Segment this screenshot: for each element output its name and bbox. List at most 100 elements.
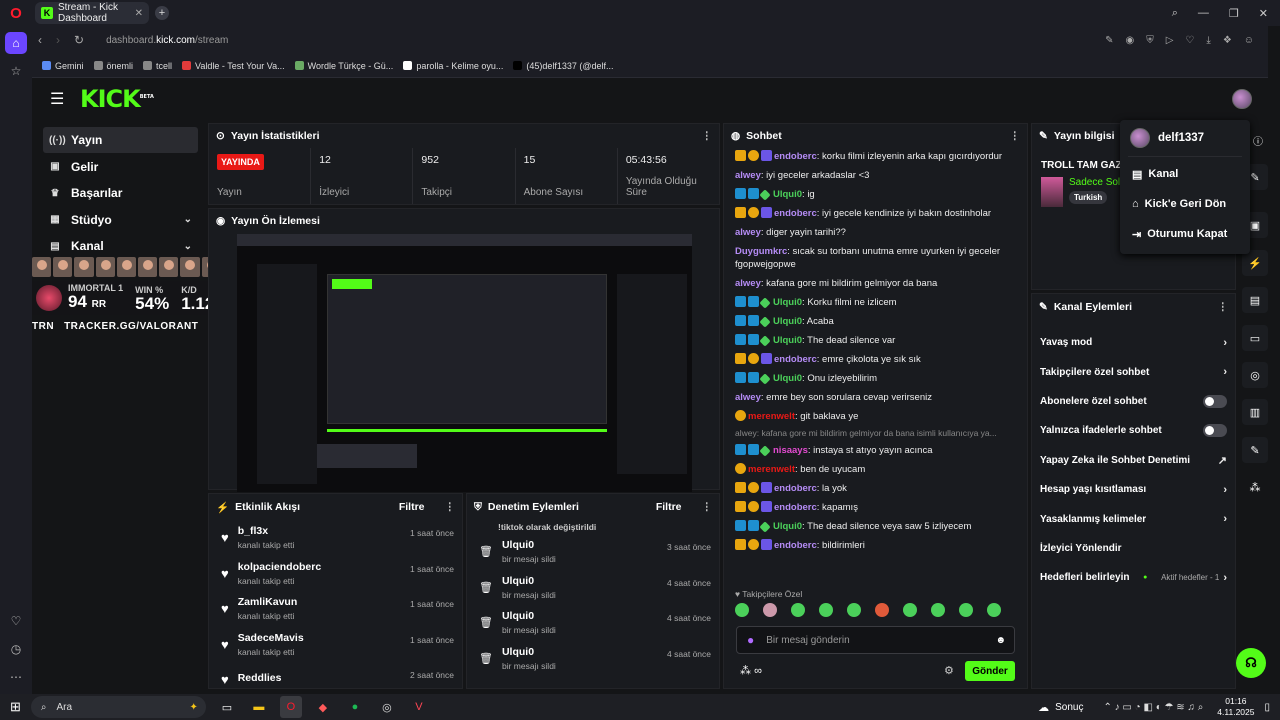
chat-username[interactable]: nisaays — [773, 445, 808, 456]
opera-app-icon[interactable]: O — [279, 696, 302, 718]
camera-icon[interactable]: ◉ — [1125, 35, 1134, 46]
heart-icon[interactable]: ♡ — [5, 610, 27, 632]
back-icon[interactable]: ‹ — [38, 33, 42, 47]
more-options-icon[interactable]: ⋮ — [445, 501, 456, 513]
emote-icon[interactable] — [903, 603, 917, 617]
nav-item-0[interactable]: ((·)) Yayın — [43, 127, 198, 153]
task-view-icon[interactable]: ▭ — [216, 696, 238, 718]
url-field[interactable]: dashboard.kick.com/stream — [106, 35, 228, 46]
bookmark-item[interactable]: (45)delf1337 (@delf... — [513, 61, 614, 71]
chat-username[interactable]: merenwelt — [748, 464, 795, 475]
stream-preview[interactable] — [237, 234, 692, 492]
chat-username[interactable]: Duygumkrc — [735, 246, 787, 257]
infinity-icon[interactable]: ∞ — [754, 665, 762, 677]
moderator-name[interactable]: Ulqui0 — [502, 646, 658, 658]
emote-icon[interactable] — [847, 603, 861, 617]
chat-username[interactable]: Ulqui0 — [773, 373, 802, 384]
clock[interactable]: 01:16 4.11.2025 — [1217, 696, 1254, 718]
nav-item-3[interactable]: ▦ Stüdyo ⌄ — [43, 207, 198, 233]
channel-action-row[interactable]: Hesap yaşı kısıtlaması › — [1032, 475, 1235, 504]
activity-user[interactable]: SadeceMavis — [238, 632, 401, 644]
kick-logo[interactable]: KICKBETA — [80, 85, 154, 113]
avatar[interactable] — [1232, 89, 1252, 109]
restore-icon[interactable]: ❐ — [1229, 7, 1239, 20]
user-menu-item[interactable]: ⇥ Oturumu Kapat — [1120, 219, 1250, 249]
moderator-name[interactable]: Ulqui0 — [502, 539, 658, 551]
send-button[interactable]: Gönder — [965, 661, 1015, 681]
activity-user[interactable]: kolpaciendoberc — [238, 561, 401, 573]
channel-action-row[interactable]: Yavaş mod › — [1032, 328, 1235, 357]
channel-action-row[interactable]: Abonelere özel sohbet — [1032, 387, 1235, 416]
weather-label[interactable]: Sonuç — [1055, 702, 1083, 713]
chat-username[interactable]: endoberc — [774, 151, 817, 162]
nav-item-2[interactable]: ♛ Başarılar — [43, 180, 198, 206]
opera-logo[interactable]: O — [0, 0, 32, 26]
more-options-icon[interactable]: ⋮ — [702, 130, 713, 142]
channel-action-row[interactable]: Yasaklanmış kelimeler › — [1032, 504, 1235, 533]
bookmark-item[interactable]: Gemini — [42, 61, 84, 71]
emote-icon[interactable] — [791, 603, 805, 617]
notification-icon[interactable]: ▯ — [1264, 702, 1270, 713]
chat-username[interactable]: Ulqui0 — [773, 189, 802, 200]
play-icon[interactable]: ▷ — [1166, 35, 1174, 46]
wrench-icon[interactable]: ✎ — [1242, 437, 1268, 463]
layout-icon[interactable]: ▥ — [1242, 399, 1268, 425]
emote-icon[interactable] — [959, 603, 973, 617]
activity-user[interactable]: Reddlies — [238, 672, 401, 684]
reload-icon[interactable]: ↻ — [74, 33, 84, 47]
emote-icon[interactable] — [735, 603, 749, 617]
channel-action-row[interactable]: Yalnızca ifadelerle sohbet — [1032, 416, 1235, 445]
chat-username[interactable]: Ulqui0 — [773, 521, 802, 532]
chat-username[interactable]: alwey — [735, 170, 761, 181]
channel-action-row[interactable]: Hedefleri belirleyin ● Aktif hedefler - … — [1032, 563, 1235, 592]
bookmark-item[interactable]: Wordle Türkçe - Gü... — [294, 61, 393, 71]
minimize-icon[interactable]: — — [1198, 7, 1209, 20]
emote-icon[interactable] — [875, 603, 889, 617]
download-icon[interactable]: ⤓ — [1206, 35, 1210, 46]
bookmark-item[interactable]: önemli — [93, 61, 133, 71]
tray-icons[interactable]: ⌃ ♪ ▭ ◔ ◧ ◐ ☂ ≋ ♫ ⌕ — [1103, 702, 1203, 713]
moderator-name[interactable]: Ulqui0 — [502, 610, 658, 622]
activity-user[interactable]: ZamliKavun — [238, 596, 401, 608]
emoji-icon[interactable]: ☻ — [995, 635, 1006, 646]
favorite-icon[interactable]: ♡ — [1185, 35, 1194, 46]
support-icon[interactable]: ☊ — [1236, 648, 1266, 678]
user-menu-item[interactable]: ⌂ Kick'e Geri Dön — [1120, 189, 1250, 219]
more-options-icon[interactable]: ⋮ — [702, 501, 713, 513]
history-icon[interactable]: ◷ — [5, 638, 27, 660]
chat-username[interactable]: Ulqui0 — [773, 316, 802, 327]
toggle-switch[interactable] — [1203, 394, 1227, 408]
category-name[interactable]: Sadece Sol — [1069, 177, 1120, 188]
points-icon[interactable]: ⁂ — [1242, 474, 1268, 500]
extensions-icon[interactable]: ❖ — [1223, 35, 1232, 46]
star-icon[interactable]: ☆ — [5, 60, 27, 82]
channel-action-row[interactable]: Takipçilere özel sohbet › — [1032, 357, 1235, 386]
channel-action-row[interactable]: İzleyici Yönlendir — [1032, 534, 1235, 563]
close-tab-icon[interactable]: ✕ — [135, 8, 143, 19]
bookmark-item[interactable]: tcell — [143, 61, 172, 71]
browser-tab[interactable]: K Stream - Kick Dashboard ✕ — [35, 2, 149, 24]
chat-username[interactable]: endoberc — [774, 208, 817, 219]
more-options-icon[interactable]: ⋮ — [1010, 130, 1021, 142]
more-icon[interactable]: ⋯ — [5, 666, 27, 688]
chat-username[interactable]: endoberc — [774, 502, 817, 513]
emote-icon[interactable] — [987, 603, 1001, 617]
chat-username[interactable]: endoberc — [774, 540, 817, 551]
valorant-app-icon[interactable]: V — [408, 696, 430, 718]
chat-username[interactable]: merenwelt — [748, 411, 795, 422]
obs-app-icon[interactable]: ◎ — [376, 696, 398, 718]
game-app-icon[interactable]: ◆ — [312, 696, 334, 718]
toggle-switch[interactable] — [1203, 424, 1227, 438]
bookmark-item[interactable]: parolla - Kelime oyu... — [403, 61, 503, 71]
home-icon[interactable]: ⌂ — [5, 32, 27, 54]
emote-icon[interactable] — [819, 603, 833, 617]
chat-username[interactable]: alwey — [735, 392, 761, 403]
emote-icon[interactable] — [763, 603, 777, 617]
document-icon[interactable]: ▤ — [1242, 287, 1268, 313]
file-explorer-icon[interactable]: ▬ — [248, 696, 270, 718]
nav-item-1[interactable]: ▣ Gelir — [43, 154, 198, 180]
moderation-filter-button[interactable]: Filtre — [656, 501, 682, 513]
nav-item-4[interactable]: ▤ Kanal ⌄ — [43, 233, 198, 259]
shield-icon[interactable]: ⛨ — [1146, 35, 1154, 46]
bookmark-item[interactable]: Valdle - Test Your Va... — [182, 61, 285, 71]
